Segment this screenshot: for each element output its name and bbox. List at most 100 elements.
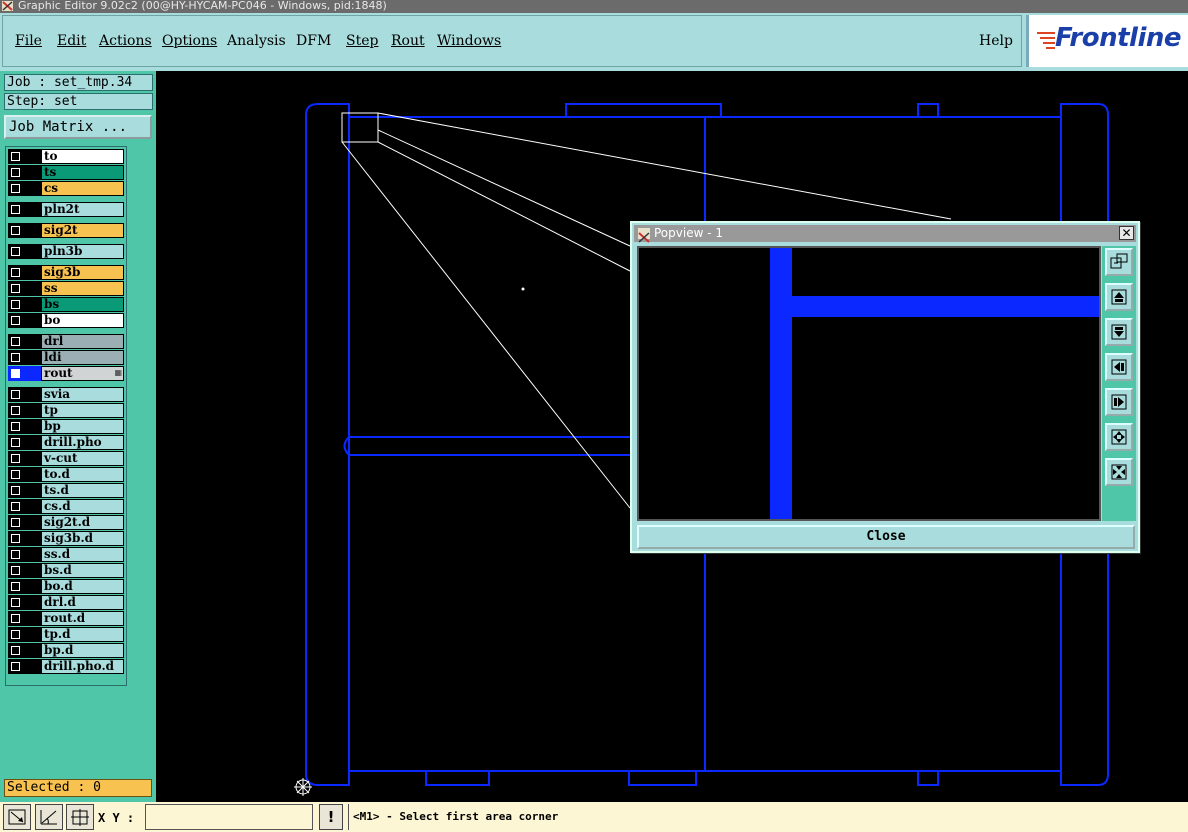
pan-right-icon[interactable] (1105, 388, 1133, 416)
layer-name[interactable]: rout.d (41, 611, 124, 626)
layer-color-swatch[interactable] (23, 531, 41, 546)
layer-row-ts-d[interactable]: ts.d (8, 483, 124, 498)
layer-checkbox[interactable] (8, 387, 23, 402)
pan-up-icon[interactable] (1105, 283, 1133, 311)
popview-viewport[interactable] (637, 246, 1101, 521)
layer-color-swatch[interactable] (23, 579, 41, 594)
job-matrix-button[interactable]: Job Matrix ... (4, 115, 152, 139)
layer-row-drill-pho-d[interactable]: drill.pho.d (8, 659, 124, 674)
menu-rout[interactable]: Rout (391, 33, 425, 49)
menu-actions[interactable]: Actions (99, 33, 152, 49)
layer-color-swatch[interactable] (23, 265, 41, 280)
layer-color-swatch[interactable] (23, 202, 41, 217)
pan-left-icon[interactable] (1105, 353, 1133, 381)
layer-checkbox[interactable] (8, 451, 23, 466)
layer-color-swatch[interactable] (23, 387, 41, 402)
layer-checkbox[interactable] (8, 483, 23, 498)
layer-checkbox[interactable] (8, 202, 23, 217)
layer-row-bp-d[interactable]: bp.d (8, 643, 124, 658)
layer-name[interactable]: sig2t.d (41, 515, 124, 530)
layer-row-sig3b-d[interactable]: sig3b.d (8, 531, 124, 546)
menu-windows[interactable]: Windows (437, 33, 501, 49)
layer-checkbox[interactable] (8, 499, 23, 514)
layer-name[interactable]: tp.d (41, 627, 124, 642)
layer-color-swatch[interactable] (23, 334, 41, 349)
menu-edit[interactable]: Edit (57, 33, 86, 49)
close-icon[interactable]: ✕ (1119, 226, 1134, 240)
layer-name[interactable]: bo (41, 313, 124, 328)
layer-checkbox[interactable] (8, 435, 23, 450)
popview-close-button[interactable]: Close (637, 525, 1135, 549)
layer-color-swatch[interactable] (23, 451, 41, 466)
layer-checkbox[interactable] (8, 297, 23, 312)
layer-color-swatch[interactable] (23, 499, 41, 514)
zoom-fit-icon[interactable] (1105, 248, 1133, 276)
layer-checkbox[interactable] (8, 313, 23, 328)
layer-name[interactable]: drl.d (41, 595, 124, 610)
layer-checkbox[interactable] (8, 165, 23, 180)
layer-row-to[interactable]: to (8, 149, 124, 164)
layer-checkbox[interactable] (8, 403, 23, 418)
menu-step[interactable]: Step (346, 33, 378, 49)
layer-checkbox[interactable] (8, 659, 23, 674)
layer-name[interactable]: ts.d (41, 483, 124, 498)
layer-checkbox[interactable] (8, 350, 23, 365)
layer-row-bo-d[interactable]: bo.d (8, 579, 124, 594)
xy-coordinate-input[interactable] (145, 804, 313, 830)
layer-checkbox[interactable] (8, 467, 23, 482)
layer-row-cs-d[interactable]: cs.d (8, 499, 124, 514)
layer-row-to-d[interactable]: to.d (8, 467, 124, 482)
layer-row-ss-d[interactable]: ss.d (8, 547, 124, 562)
layer-name[interactable]: ss (41, 281, 124, 296)
layer-row-sig3b[interactable]: sig3b (8, 265, 124, 280)
layer-name[interactable]: drl (41, 334, 124, 349)
layer-color-swatch[interactable] (23, 467, 41, 482)
zoom-area-icon[interactable] (3, 804, 31, 830)
zoom-out-icon[interactable] (1105, 458, 1133, 486)
layer-color-swatch[interactable] (23, 149, 41, 164)
menu-dfm[interactable]: DFM (296, 33, 331, 49)
layer-name[interactable]: ts (41, 165, 124, 180)
layer-name[interactable]: bp (41, 419, 124, 434)
layer-row-bo[interactable]: bo (8, 313, 124, 328)
alert-button[interactable]: ! (319, 804, 343, 830)
layer-checkbox[interactable] (8, 627, 23, 642)
layer-color-swatch[interactable] (23, 366, 41, 381)
pan-down-icon[interactable] (1105, 318, 1133, 346)
layer-row-bs[interactable]: bs (8, 297, 124, 312)
layer-color-swatch[interactable] (23, 350, 41, 365)
layer-row-drill-pho[interactable]: drill.pho (8, 435, 124, 450)
layer-row-sig2t[interactable]: sig2t (8, 223, 124, 238)
layer-name[interactable]: to (41, 149, 124, 164)
layer-row-ss[interactable]: ss (8, 281, 124, 296)
layer-row-sig2t-d[interactable]: sig2t.d (8, 515, 124, 530)
layer-row-bs-d[interactable]: bs.d (8, 563, 124, 578)
menu-analysis[interactable]: Analysis (227, 33, 286, 49)
layer-row-bp[interactable]: bp (8, 419, 124, 434)
layer-checkbox[interactable] (8, 334, 23, 349)
layer-row-tp[interactable]: tp (8, 403, 124, 418)
layer-row-v-cut[interactable]: v-cut (8, 451, 124, 466)
layer-name[interactable]: sig3b.d (41, 531, 124, 546)
layer-name[interactable]: rout (41, 366, 124, 381)
layer-color-swatch[interactable] (23, 515, 41, 530)
layer-checkbox[interactable] (8, 281, 23, 296)
popview-title-bar[interactable]: Popview - 1 ✕ (634, 225, 1136, 243)
layer-row-rout-d[interactable]: rout.d (8, 611, 124, 626)
layer-row-pln2t[interactable]: pln2t (8, 202, 124, 217)
layer-color-swatch[interactable] (23, 627, 41, 642)
layer-color-swatch[interactable] (23, 281, 41, 296)
zoom-in-icon[interactable] (1105, 423, 1133, 451)
layer-checkbox[interactable] (8, 149, 23, 164)
grid-snap-icon[interactable] (66, 804, 94, 830)
layer-color-swatch[interactable] (23, 611, 41, 626)
layer-name[interactable]: drill.pho.d (41, 659, 124, 674)
layer-name[interactable]: bo.d (41, 579, 124, 594)
layer-row-drl[interactable]: drl (8, 334, 124, 349)
layer-color-swatch[interactable] (23, 403, 41, 418)
layer-color-swatch[interactable] (23, 643, 41, 658)
layer-checkbox[interactable] (8, 244, 23, 259)
menu-help[interactable]: Help (979, 33, 1013, 49)
layer-color-swatch[interactable] (23, 313, 41, 328)
layer-color-swatch[interactable] (23, 181, 41, 196)
